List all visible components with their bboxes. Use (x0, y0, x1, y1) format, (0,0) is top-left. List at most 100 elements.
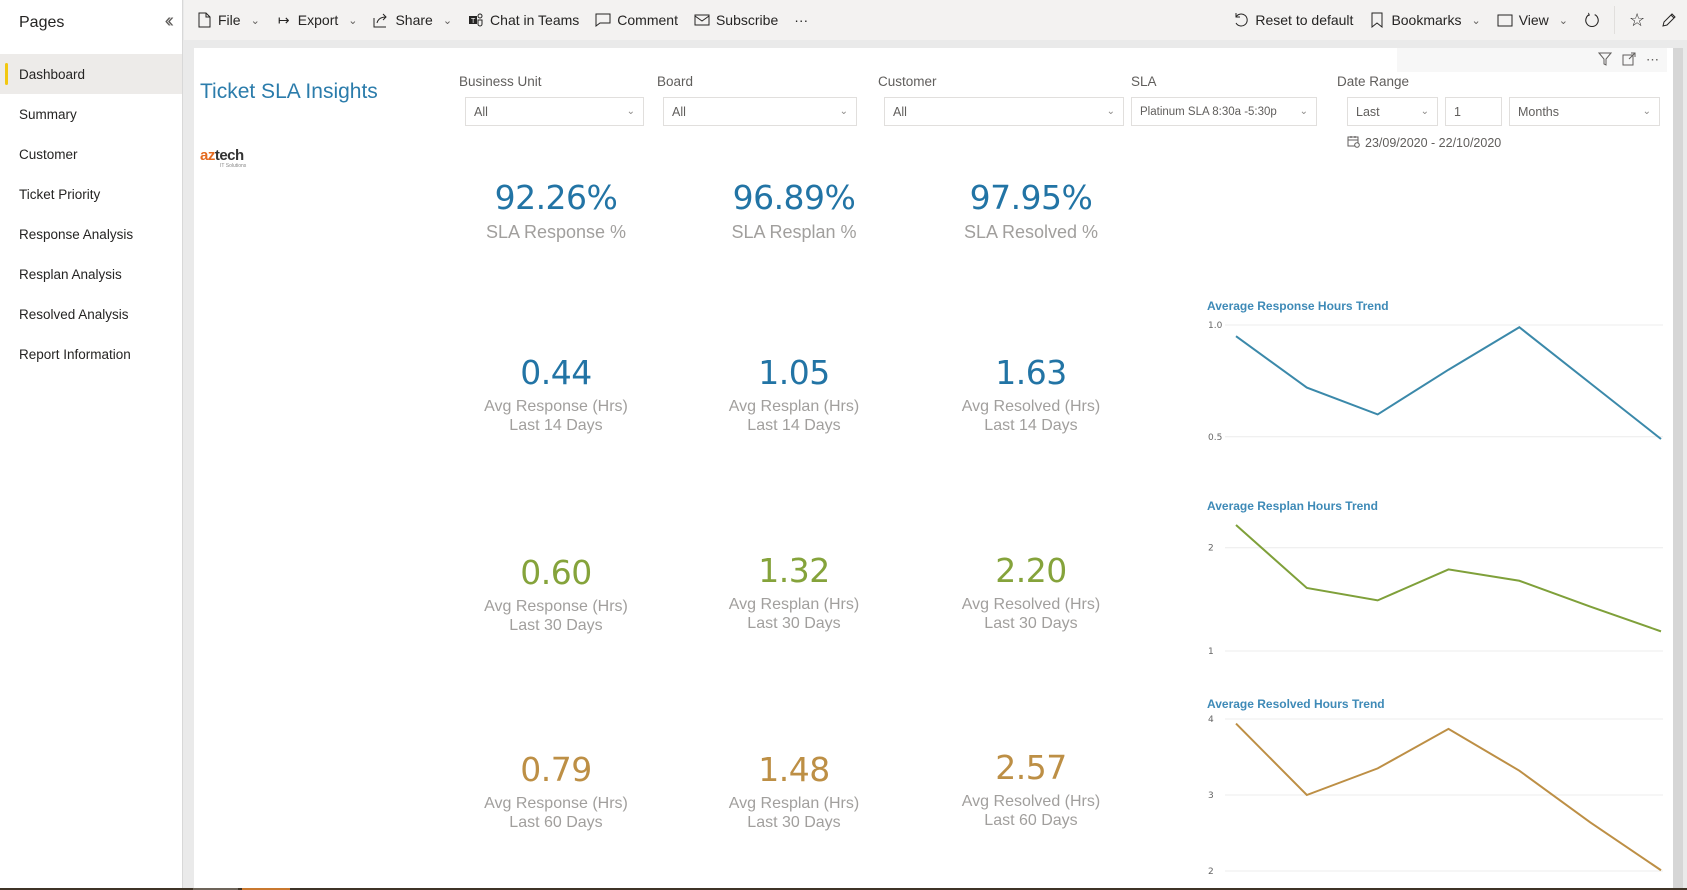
date-count-value: 1 (1454, 104, 1461, 119)
data-point[interactable] (1375, 597, 1381, 603)
export-menu-button[interactable]: ↦ Export ⌄ (268, 0, 366, 40)
customer-slicer: Customer All ⌄ (878, 74, 1124, 126)
page-item-report-information[interactable]: Report Information (0, 334, 182, 374)
chat-in-teams-button[interactable]: T Chat in Teams (460, 0, 587, 40)
export-label: Export (297, 12, 339, 28)
page-label: Resolved Analysis (19, 306, 129, 322)
kpi-label: SLA Response % (485, 221, 627, 242)
comment-button[interactable]: Comment (587, 0, 686, 40)
page-label: Summary (19, 106, 77, 122)
date-mode-dropdown[interactable]: Last ⌄ (1347, 97, 1438, 126)
resolved-trend-plot: 2 3 4 (1208, 715, 1664, 877)
date-unit-dropdown[interactable]: Months ⌄ (1509, 97, 1660, 126)
edit-button[interactable] (1653, 0, 1687, 40)
customer-dropdown[interactable]: All ⌄ (884, 97, 1124, 126)
reset-to-default-button[interactable]: Reset to default (1225, 0, 1361, 40)
data-point[interactable] (1587, 604, 1593, 610)
data-point[interactable] (1516, 578, 1522, 584)
favorite-button[interactable]: ☆ (1621, 0, 1653, 40)
chart-title: Average Resplan Hours Trend (1207, 499, 1378, 513)
page-item-response-analysis[interactable]: Response Analysis (0, 214, 182, 254)
data-point[interactable] (1304, 792, 1310, 798)
page-label: Response Analysis (19, 226, 134, 242)
page-label: Resplan Analysis (19, 266, 122, 282)
trend-line[interactable] (1235, 524, 1662, 633)
data-point[interactable] (1658, 436, 1664, 442)
date-count-input[interactable]: 1 (1445, 97, 1502, 126)
data-point[interactable] (1304, 585, 1310, 591)
data-point[interactable] (1233, 333, 1239, 339)
chevron-down-icon: ⌄ (1471, 14, 1481, 27)
toolbar-divider (1614, 6, 1615, 34)
comment-icon (595, 12, 611, 28)
data-point[interactable] (1516, 324, 1522, 330)
date-mode-value: Last (1356, 104, 1380, 119)
page-item-dashboard[interactable]: Dashboard (0, 54, 182, 94)
data-point[interactable] (1446, 566, 1452, 572)
kpi-card-sla-resplan: 96.89% SLA Resplan % (684, 178, 904, 244)
export-arrow-icon: ↦ (277, 11, 290, 28)
trend-line[interactable] (1235, 722, 1662, 872)
data-point[interactable] (1446, 367, 1452, 373)
page-item-customer[interactable]: Customer (0, 134, 182, 174)
chevron-down-icon: ⌄ (839, 106, 848, 117)
board-dropdown[interactable]: All ⌄ (663, 97, 857, 126)
sla-dropdown[interactable]: Platinum SLA 8:30a -5:30p ⌄ (1131, 97, 1317, 126)
data-point[interactable] (1233, 721, 1239, 727)
kpi-card-response-60d: 0.79 Avg Response (Hrs) Last 60 Days (446, 750, 666, 833)
y-tick-label: 3 (1208, 791, 1214, 801)
page-item-resplan-analysis[interactable]: Resplan Analysis (0, 254, 182, 294)
response-trend-plot: 0.5 1.0 (1208, 321, 1664, 443)
kpi-value: 1.48 (758, 750, 830, 789)
page-item-summary[interactable]: Summary (0, 94, 182, 134)
data-point[interactable] (1304, 385, 1310, 391)
data-point[interactable] (1658, 867, 1664, 873)
chevron-down-icon: ⌄ (626, 106, 635, 117)
data-point[interactable] (1375, 411, 1381, 417)
chevron-down-icon: ⌄ (1299, 106, 1308, 117)
kpi-label: Avg Response (Hrs) Last 60 Days (484, 794, 628, 832)
filter-icon[interactable] (1597, 52, 1613, 69)
file-menu-button[interactable]: File ⌄ (188, 0, 268, 40)
focus-mode-icon[interactable] (1622, 52, 1636, 69)
data-point[interactable] (1446, 726, 1452, 732)
bookmarks-menu-button[interactable]: Bookmarks ⌄ (1361, 0, 1488, 40)
kpi-card-resplan-60d: 1.48 Avg Resplan (Hrs) Last 30 Days (684, 750, 904, 833)
canvas-scrollbar[interactable] (1673, 48, 1683, 888)
double-chevron-left-icon[interactable]: ‹‹ (165, 10, 175, 33)
date-range-controls: Last ⌄ 1 Months ⌄ (1347, 97, 1667, 126)
pencil-icon (1661, 12, 1677, 28)
data-point[interactable] (1587, 380, 1593, 386)
kpi-value: 0.79 (520, 750, 592, 789)
page-item-resolved-analysis[interactable]: Resolved Analysis (0, 294, 182, 334)
refresh-button[interactable] (1576, 0, 1608, 40)
logo-az: az (200, 147, 215, 164)
subscribe-button[interactable]: Subscribe (686, 0, 786, 40)
kpi-card-resolved-30d: 2.20 Avg Resolved (Hrs) Last 30 Days (921, 551, 1141, 634)
view-menu-button[interactable]: View ⌄ (1489, 0, 1576, 40)
customer-label: Customer (878, 74, 937, 89)
more-options-icon[interactable]: ⋯ (1646, 52, 1659, 68)
y-tick-label: 1 (1208, 647, 1214, 657)
chevron-down-icon: ⌄ (442, 14, 453, 27)
share-menu-button[interactable]: Share ⌄ (365, 0, 460, 40)
date-range-text: 23/09/2020 - 22/10/2020 (1365, 136, 1502, 150)
data-point[interactable] (1658, 628, 1664, 634)
date-unit-value: Months (1518, 104, 1559, 119)
kpi-value: 0.44 (520, 353, 592, 392)
data-point[interactable] (1587, 819, 1593, 825)
data-point[interactable] (1375, 765, 1381, 771)
page-item-ticket-priority[interactable]: Ticket Priority (0, 174, 182, 214)
more-options-button[interactable]: ··· (786, 0, 816, 40)
kpi-value: 92.26% (494, 178, 618, 217)
business-unit-dropdown[interactable]: All ⌄ (465, 97, 644, 126)
power-bi-report-app: Pages ‹‹ Dashboard Summary Customer Tick… (0, 0, 1687, 890)
data-point[interactable] (1233, 522, 1239, 528)
y-tick-label: 1.0 (1208, 321, 1223, 331)
svg-text:T: T (471, 18, 476, 25)
document-icon (196, 12, 212, 28)
data-point[interactable] (1516, 768, 1522, 774)
trend-line[interactable] (1235, 326, 1662, 440)
chat-in-teams-label: Chat in Teams (490, 12, 580, 28)
chevron-down-icon: ⌄ (1642, 106, 1651, 117)
